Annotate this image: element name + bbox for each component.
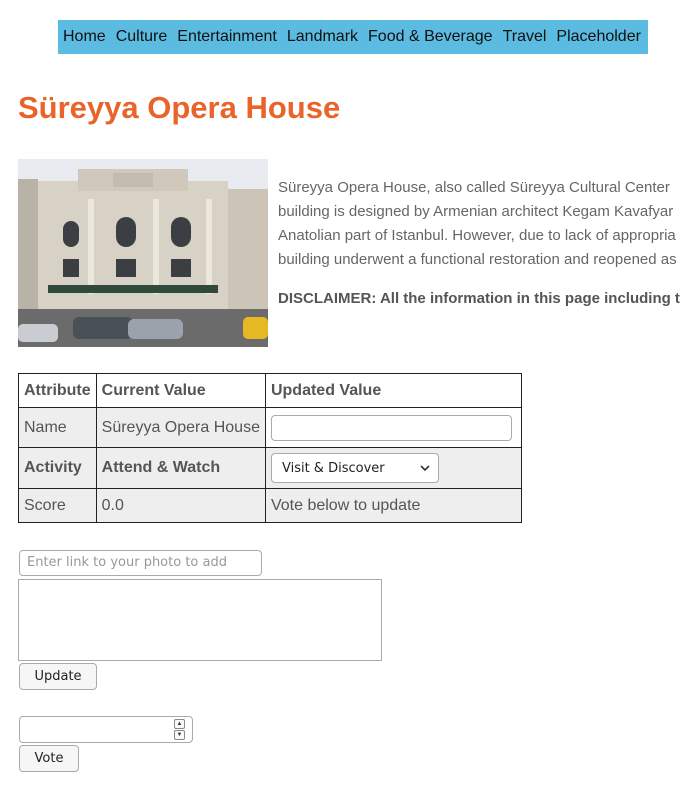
update-button[interactable]: Update	[19, 663, 97, 690]
spin-down-icon[interactable]: ▼	[174, 730, 185, 740]
nav-item-placeholder[interactable]: Placeholder	[556, 28, 641, 46]
photo-link-input[interactable]: Enter link to your photo to add	[19, 550, 262, 576]
vote-button[interactable]: Vote	[19, 745, 79, 772]
description-line: Süreyya Opera House, also called Süreyya…	[278, 179, 670, 196]
row-attribute: Score	[18, 488, 97, 523]
nav-item-food-beverage[interactable]: Food & Beverage	[368, 28, 493, 46]
nav-item-home[interactable]: Home	[63, 28, 106, 46]
description-line: Anatolian part of Istanbul. However, due…	[278, 227, 676, 244]
row-updated-cell: Visit & Discover	[264, 447, 522, 489]
row-current: 0.0	[95, 488, 266, 523]
opera-house-image	[18, 159, 268, 347]
page-title: Süreyya Opera House	[18, 90, 341, 125]
page: Home Culture Entertainment Landmark Food…	[0, 0, 699, 805]
row-updated-cell	[264, 407, 522, 448]
row-current: Attend & Watch	[95, 447, 266, 489]
spin-up-icon[interactable]: ▲	[174, 719, 185, 729]
nav-item-landmark[interactable]: Landmark	[287, 28, 358, 46]
disclaimer: DISCLAIMER: All the information in this …	[278, 290, 680, 307]
header-updated-value: Updated Value	[264, 373, 522, 408]
row-updated: Vote below to update	[264, 488, 522, 523]
place-description: Süreyya Opera House, also called Süreyya…	[278, 176, 699, 311]
top-nav: Home Culture Entertainment Landmark Food…	[58, 20, 648, 54]
table-row: Score 0.0 Vote below to update	[18, 488, 522, 523]
table-row: Activity Attend & Watch Visit & Discover	[18, 447, 522, 489]
vote-number-input[interactable]: ▲ ▼	[19, 716, 193, 743]
row-attribute: Activity	[18, 447, 97, 489]
table-header-row: Attribute Current Value Updated Value	[18, 373, 522, 408]
header-current-value: Current Value	[95, 373, 266, 408]
name-input[interactable]	[270, 414, 512, 441]
row-current: Süreyya Opera House	[95, 407, 266, 448]
nav-item-culture[interactable]: Culture	[116, 28, 168, 46]
table-row: Name Süreyya Opera House	[18, 407, 522, 448]
comment-textarea[interactable]	[18, 579, 382, 661]
spinner: ▲ ▼	[174, 719, 185, 740]
description-line: building is designed by Armenian archite…	[278, 203, 674, 220]
row-attribute: Name	[18, 407, 97, 448]
place-photo	[18, 159, 268, 347]
nav-item-travel[interactable]: Travel	[503, 28, 547, 46]
activity-select-value: Visit & Discover	[281, 460, 385, 476]
description-line: building underwent a functional restorat…	[278, 251, 677, 268]
activity-select[interactable]: Visit & Discover	[270, 453, 439, 483]
chevron-down-icon	[420, 462, 430, 475]
nav-item-entertainment[interactable]: Entertainment	[177, 28, 277, 46]
header-attribute: Attribute	[18, 373, 97, 408]
attribute-table: Attribute Current Value Updated Value Na…	[18, 373, 522, 523]
